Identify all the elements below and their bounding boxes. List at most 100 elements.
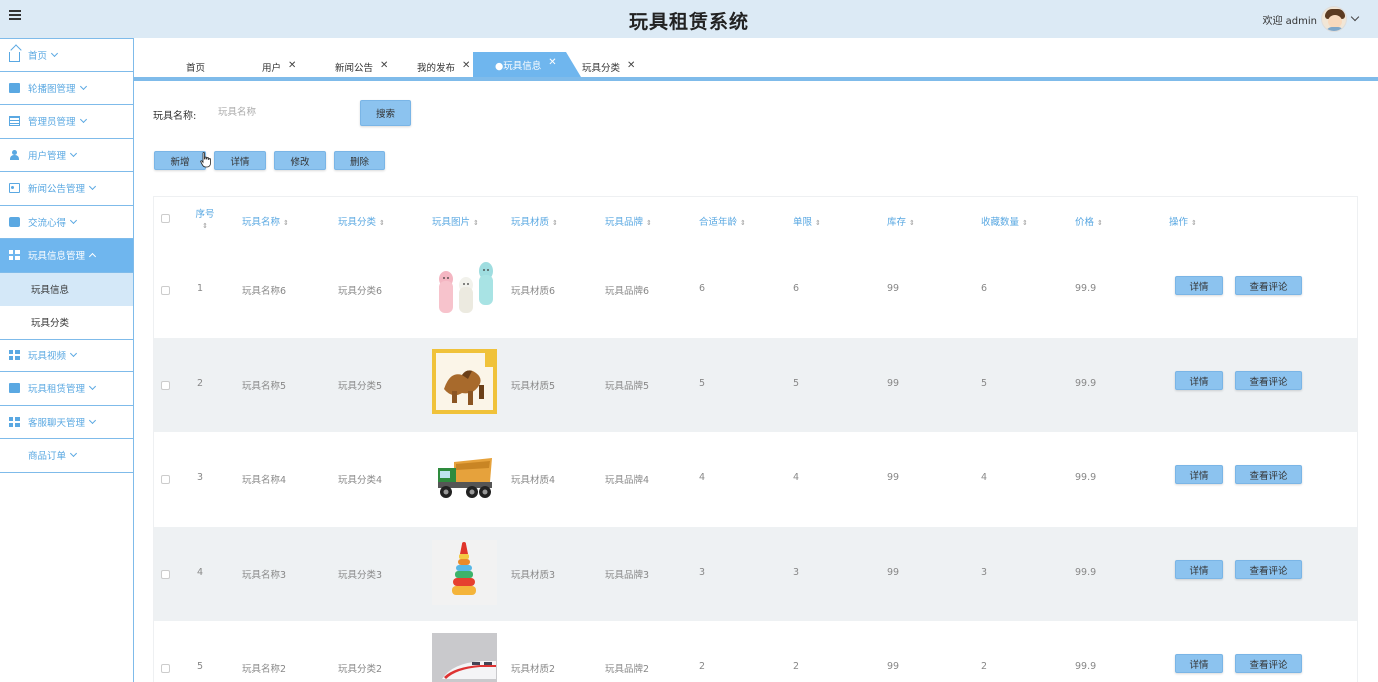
sidebar-item-chat[interactable]: 客服聊天管理	[0, 406, 133, 439]
sidebar-item-label: 玩具租赁管理	[28, 384, 86, 396]
column-header[interactable]: 单限 ⇕	[793, 214, 821, 228]
row-detail-button[interactable]: 详情	[1175, 276, 1223, 295]
delete-button[interactable]: 删除	[334, 151, 385, 170]
cell-brand: 玩具品牌5	[605, 381, 650, 392]
tab-toy-info[interactable]: ●玩具信息 ✕	[473, 52, 581, 77]
tab-toy-category[interactable]: 玩具分类 ✕	[582, 57, 635, 77]
tab-bar: 首页 用户 ✕ 新闻公告 ✕ 我的发布 ✕ ●玩具信息 ✕ 玩具分类 ✕	[134, 38, 1378, 81]
sidebar-item-carousel[interactable]: 轮播图管理	[0, 72, 133, 105]
chevron-down-icon[interactable]	[1350, 12, 1360, 22]
row-checkbox[interactable]	[161, 475, 170, 484]
sidebar-item-orders[interactable]: 商品订单	[0, 439, 133, 473]
sidebar-item-label: 交流心得	[28, 217, 67, 229]
grid-icon	[9, 416, 20, 427]
tab-label: 玩具分类	[582, 63, 621, 74]
cell-category: 玩具分类6	[338, 286, 383, 297]
row-checkbox[interactable]	[161, 286, 170, 295]
cell-category: 玩具分类2	[338, 664, 383, 675]
cell-stock: 99	[887, 661, 900, 672]
sidebar-item-news[interactable]: 新闻公告管理	[0, 172, 133, 206]
column-header[interactable]: 收藏数量 ⇕	[981, 214, 1028, 228]
close-icon[interactable]: ✕	[627, 60, 635, 71]
row-comments-button[interactable]: 查看评论	[1235, 654, 1302, 673]
sidebar-item-users[interactable]: 用户管理	[0, 139, 133, 172]
table-row[interactable]: 1 玩具名称6 玩具分类6 玩具材质6 玩具品牌6 6 6 99 6 99.9 …	[154, 243, 1357, 337]
column-header[interactable]: 玩具材质 ⇕	[511, 214, 558, 228]
column-header[interactable]: 玩具品牌 ⇕	[605, 214, 652, 228]
sidebar-item-admins[interactable]: 管理员管理	[0, 105, 133, 139]
sort-icon: ⇕	[1097, 218, 1103, 227]
row-checkbox[interactable]	[161, 381, 170, 390]
user-menu[interactable]: 欢迎 admin	[1262, 2, 1360, 36]
home-icon	[9, 51, 20, 62]
sort-icon: ⇕	[473, 218, 479, 227]
table-row[interactable]: 3 玩具名称4 玩具分类4 玩具材质4 玩具品牌4 4 4 99 4 99.9 …	[154, 432, 1357, 526]
column-label: 玩具图片	[432, 217, 471, 228]
row-checkbox[interactable]	[161, 664, 170, 673]
close-icon[interactable]: ✕	[548, 57, 556, 68]
sort-icon: ⇕	[379, 218, 385, 227]
cell-brand: 玩具品牌4	[605, 475, 650, 486]
row-detail-button[interactable]: 详情	[1175, 560, 1223, 579]
column-header[interactable]: 序号 ⇕	[192, 206, 218, 231]
column-header[interactable]: 操作 ⇕	[1169, 214, 1197, 228]
row-comments-button[interactable]: 查看评论	[1235, 560, 1302, 579]
toy-table: 序号 ⇕ 玩具名称 ⇕ 玩具分类 ⇕ 玩具图片 ⇕ 玩具材质 ⇕ 玩具品牌 ⇕ 合适年龄 ⇕ …	[153, 196, 1358, 682]
column-header[interactable]: 玩具名称 ⇕	[242, 214, 289, 228]
sidebar-subitem-toy-info[interactable]: 玩具信息	[0, 272, 133, 306]
add-button[interactable]: 新增	[154, 151, 206, 170]
row-comments-button[interactable]: 查看评论	[1235, 276, 1302, 295]
sidebar: 首页 轮播图管理 管理员管理 用户管理 新闻公告管理 交流心得 玩具信息管理 玩…	[0, 38, 134, 682]
sidebar-subitem-toy-category[interactable]: 玩具分类	[0, 306, 133, 339]
cell-favorites: 6	[981, 283, 988, 294]
stacking-tower-image	[432, 540, 497, 605]
cell-limit: 2	[793, 661, 800, 672]
column-header[interactable]: 合适年龄 ⇕	[699, 214, 746, 228]
detail-button[interactable]: 详情	[214, 151, 266, 170]
welcome-text: 欢迎 admin	[1262, 15, 1317, 27]
chevron-down-icon	[50, 49, 59, 57]
cell-stock: 99	[887, 567, 900, 578]
close-icon[interactable]: ✕	[288, 60, 296, 71]
close-icon[interactable]: ✕	[380, 60, 388, 71]
sidebar-item-home[interactable]: 首页	[0, 38, 133, 72]
tab-label: 我的发布	[417, 63, 456, 74]
table-row[interactable]: 2 玩具名称5 玩具分类5 玩具材质5 玩具品牌5 5 5 99 5 99.9 …	[154, 338, 1357, 432]
column-label: 库存	[887, 217, 907, 228]
cell-favorites: 2	[981, 661, 988, 672]
row-comments-button[interactable]: 查看评论	[1235, 465, 1302, 484]
row-detail-button[interactable]: 详情	[1175, 654, 1223, 673]
sort-icon: ⇕	[646, 218, 652, 227]
column-header[interactable]: 玩具图片 ⇕	[432, 214, 479, 228]
row-detail-button[interactable]: 详情	[1175, 465, 1223, 484]
cell-age: 4	[699, 472, 706, 483]
sidebar-item-rental[interactable]: 玩具租赁管理	[0, 372, 133, 406]
table-row[interactable]: 5 玩具名称2 玩具分类2 玩具材质2 玩具品牌2 2 2 99 2 99.9 …	[154, 621, 1357, 682]
search-input[interactable]	[210, 101, 350, 123]
cell-category: 玩具分类3	[338, 570, 383, 581]
cell-index: 3	[197, 472, 204, 483]
close-icon[interactable]: ✕	[462, 60, 470, 71]
sidebar-item-toy-info-manage[interactable]: 玩具信息管理	[0, 239, 133, 273]
column-header[interactable]: 价格 ⇕	[1075, 214, 1103, 228]
sort-icon: ⇕	[202, 222, 208, 230]
search-button[interactable]: 搜索	[360, 100, 411, 126]
news-icon	[9, 183, 20, 194]
edit-button[interactable]: 修改	[274, 151, 326, 170]
row-comments-button[interactable]: 查看评论	[1235, 371, 1302, 390]
tab-home[interactable]: 首页	[186, 57, 205, 77]
table-row[interactable]: 4 玩具名称3 玩具分类3 玩具材质3 玩具品牌3 3 3 99 3 99.9 …	[154, 527, 1357, 621]
cell-material: 玩具材质4	[511, 475, 556, 486]
column-header[interactable]: 库存 ⇕	[887, 214, 915, 228]
tab-news[interactable]: 新闻公告 ✕	[335, 57, 388, 77]
row-checkbox[interactable]	[161, 570, 170, 579]
sidebar-item-toy-video[interactable]: 玩具视频	[0, 338, 133, 372]
column-header[interactable]: 玩具分类 ⇕	[338, 214, 385, 228]
tab-users[interactable]: 用户 ✕	[262, 57, 296, 77]
row-detail-button[interactable]: 详情	[1175, 371, 1223, 390]
avatar[interactable]	[1321, 6, 1347, 32]
sidebar-item-exchange[interactable]: 交流心得	[0, 206, 133, 239]
figurines-image	[432, 257, 497, 322]
tab-my-posts[interactable]: 我的发布 ✕	[417, 57, 470, 77]
select-all-checkbox[interactable]	[161, 214, 170, 223]
